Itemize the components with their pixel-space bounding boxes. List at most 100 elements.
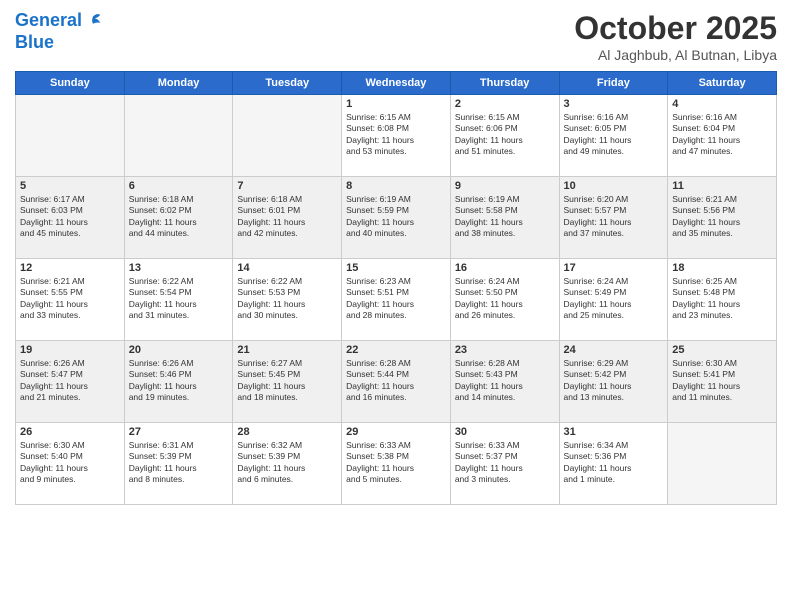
day-info: Sunrise: 6:22 AM Sunset: 5:53 PM Dayligh… [237, 276, 337, 322]
calendar-day-cell: 31Sunrise: 6:34 AM Sunset: 5:36 PM Dayli… [559, 423, 668, 505]
day-number: 11 [672, 180, 772, 192]
calendar-week-row: 5Sunrise: 6:17 AM Sunset: 6:03 PM Daylig… [16, 177, 777, 259]
day-info: Sunrise: 6:21 AM Sunset: 5:56 PM Dayligh… [672, 194, 772, 240]
logo-text: General [15, 10, 82, 32]
calendar-week-row: 26 Sunrise: 6:30 AM Sunset: 5:40 PM Dayli… [16, 423, 777, 505]
day-number: 27 [129, 426, 229, 438]
day-info: Sunrise: 6:28 AM Sunset: 5:43 PM Dayligh… [455, 358, 555, 404]
day-info: Sunrise: 6:33 AM Sunset: 5:38 PM Dayligh… [346, 440, 446, 486]
calendar-week-row: 12 Sunrise: 6:21 AM Sunset: 5:55 PM Dayli… [16, 259, 777, 341]
weekday-header: Thursday [450, 72, 559, 95]
day-info: Sunrise: 6:24 AM Sunset: 5:50 PM Dayligh… [455, 276, 555, 322]
calendar-header-row: SundayMondayTuesdayWednesdayThursdayFrid… [16, 72, 777, 95]
day-number: 14 [237, 262, 337, 274]
calendar-day-cell: 19 Sunrise: 6:26 AM Sunset: 5:47 PM Dayli… [16, 341, 125, 423]
calendar-week-row: 1Sunrise: 6:15 AM Sunset: 6:08 PM Daylig… [16, 95, 777, 177]
calendar-day-cell: 8 Sunrise: 6:19 AM Sunset: 5:59 PM Daylig… [342, 177, 451, 259]
weekday-header: Tuesday [233, 72, 342, 95]
day-info: Sunrise: 6:30 AM Sunset: 5:41 PM Dayligh… [672, 358, 772, 404]
day-number: 20 [129, 344, 229, 356]
calendar-day-cell: 5Sunrise: 6:17 AM Sunset: 6:03 PM Daylig… [16, 177, 125, 259]
day-number: 6 [129, 180, 229, 192]
day-info: Sunrise: 6:28 AM Sunset: 5:44 PM Dayligh… [346, 358, 446, 404]
day-number: 9 [455, 180, 555, 192]
calendar-day-cell: 16 Sunrise: 6:24 AM Sunset: 5:50 PM Dayli… [450, 259, 559, 341]
day-number: 12 [20, 262, 120, 274]
day-number: 16 [455, 262, 555, 274]
day-info: Sunrise: 6:16 AM Sunset: 6:04 PM Dayligh… [672, 112, 772, 158]
day-number: 8 [346, 180, 446, 192]
day-info: Sunrise: 6:20 AM Sunset: 5:57 PM Dayligh… [564, 194, 664, 240]
day-number: 30 [455, 426, 555, 438]
day-info: Sunrise: 6:30 AM Sunset: 5:40 PM Dayligh… [20, 440, 120, 486]
calendar-day-cell: 3Sunrise: 6:16 AM Sunset: 6:05 PM Daylig… [559, 95, 668, 177]
day-number: 13 [129, 262, 229, 274]
day-info: Sunrise: 6:25 AM Sunset: 5:48 PM Dayligh… [672, 276, 772, 322]
calendar-day-cell: 1Sunrise: 6:15 AM Sunset: 6:08 PM Daylig… [342, 95, 451, 177]
day-number: 22 [346, 344, 446, 356]
day-info: Sunrise: 6:15 AM Sunset: 6:06 PM Dayligh… [455, 112, 555, 158]
calendar-day-cell: 6Sunrise: 6:18 AM Sunset: 6:02 PM Daylig… [124, 177, 233, 259]
day-info: Sunrise: 6:19 AM Sunset: 5:59 PM Dayligh… [346, 194, 446, 240]
day-number: 10 [564, 180, 664, 192]
calendar-day-cell: 25 Sunrise: 6:30 AM Sunset: 5:41 PM Dayli… [668, 341, 777, 423]
day-number: 29 [346, 426, 446, 438]
calendar-day-cell [16, 95, 125, 177]
day-number: 18 [672, 262, 772, 274]
weekday-header: Saturday [668, 72, 777, 95]
calendar-table: SundayMondayTuesdayWednesdayThursdayFrid… [15, 71, 777, 505]
weekday-header: Friday [559, 72, 668, 95]
day-number: 19 [20, 344, 120, 356]
day-info: Sunrise: 6:21 AM Sunset: 5:55 PM Dayligh… [20, 276, 120, 322]
weekday-header: Wednesday [342, 72, 451, 95]
day-number: 23 [455, 344, 555, 356]
calendar-day-cell: 9 Sunrise: 6:19 AM Sunset: 5:58 PM Daylig… [450, 177, 559, 259]
day-info: Sunrise: 6:18 AM Sunset: 6:01 PM Dayligh… [237, 194, 337, 240]
calendar-day-cell: 27 Sunrise: 6:31 AM Sunset: 5:39 PM Dayli… [124, 423, 233, 505]
day-info: Sunrise: 6:17 AM Sunset: 6:03 PM Dayligh… [20, 194, 120, 240]
day-number: 2 [455, 98, 555, 110]
logo-line2: Blue [15, 32, 102, 54]
page: General Blue October 2025 Al Jaghbub, Al… [0, 0, 792, 612]
day-number: 24 [564, 344, 664, 356]
calendar-day-cell: 29 Sunrise: 6:33 AM Sunset: 5:38 PM Dayli… [342, 423, 451, 505]
day-info: Sunrise: 6:33 AM Sunset: 5:37 PM Dayligh… [455, 440, 555, 486]
calendar-day-cell: 20Sunrise: 6:26 AM Sunset: 5:46 PM Dayli… [124, 341, 233, 423]
calendar-day-cell: 28Sunrise: 6:32 AM Sunset: 5:39 PM Dayli… [233, 423, 342, 505]
day-info: Sunrise: 6:23 AM Sunset: 5:51 PM Dayligh… [346, 276, 446, 322]
calendar-day-cell: 21 Sunrise: 6:27 AM Sunset: 5:45 PM Dayli… [233, 341, 342, 423]
title-block: October 2025 Al Jaghbub, Al Butnan, Liby… [574, 10, 777, 63]
calendar-day-cell [124, 95, 233, 177]
calendar-day-cell: 15Sunrise: 6:23 AM Sunset: 5:51 PM Dayli… [342, 259, 451, 341]
day-number: 31 [564, 426, 664, 438]
day-number: 25 [672, 344, 772, 356]
calendar-day-cell: 12 Sunrise: 6:21 AM Sunset: 5:55 PM Dayli… [16, 259, 125, 341]
weekday-header: Monday [124, 72, 233, 95]
calendar-day-cell: 2 Sunrise: 6:15 AM Sunset: 6:06 PM Daylig… [450, 95, 559, 177]
calendar-day-cell: 22 Sunrise: 6:28 AM Sunset: 5:44 PM Dayli… [342, 341, 451, 423]
location: Al Jaghbub, Al Butnan, Libya [574, 47, 777, 63]
day-info: Sunrise: 6:22 AM Sunset: 5:54 PM Dayligh… [129, 276, 229, 322]
day-info: Sunrise: 6:16 AM Sunset: 6:05 PM Dayligh… [564, 112, 664, 158]
day-number: 21 [237, 344, 337, 356]
calendar-day-cell: 4 Sunrise: 6:16 AM Sunset: 6:04 PM Daylig… [668, 95, 777, 177]
calendar-day-cell: 18 Sunrise: 6:25 AM Sunset: 5:48 PM Dayli… [668, 259, 777, 341]
header: General Blue October 2025 Al Jaghbub, Al… [15, 10, 777, 63]
day-info: Sunrise: 6:26 AM Sunset: 5:47 PM Dayligh… [20, 358, 120, 404]
calendar-day-cell: 30 Sunrise: 6:33 AM Sunset: 5:37 PM Dayli… [450, 423, 559, 505]
calendar-day-cell: 7 Sunrise: 6:18 AM Sunset: 6:01 PM Daylig… [233, 177, 342, 259]
calendar-day-cell: 26 Sunrise: 6:30 AM Sunset: 5:40 PM Dayli… [16, 423, 125, 505]
calendar-day-cell: 13 Sunrise: 6:22 AM Sunset: 5:54 PM Dayli… [124, 259, 233, 341]
day-info: Sunrise: 6:31 AM Sunset: 5:39 PM Dayligh… [129, 440, 229, 486]
day-number: 7 [237, 180, 337, 192]
day-number: 1 [346, 98, 446, 110]
day-number: 26 [20, 426, 120, 438]
day-info: Sunrise: 6:27 AM Sunset: 5:45 PM Dayligh… [237, 358, 337, 404]
logo: General Blue [15, 10, 102, 53]
calendar-day-cell: 11 Sunrise: 6:21 AM Sunset: 5:56 PM Dayli… [668, 177, 777, 259]
day-number: 4 [672, 98, 772, 110]
day-number: 17 [564, 262, 664, 274]
day-info: Sunrise: 6:19 AM Sunset: 5:58 PM Dayligh… [455, 194, 555, 240]
calendar-day-cell: 10 Sunrise: 6:20 AM Sunset: 5:57 PM Dayli… [559, 177, 668, 259]
calendar-day-cell [668, 423, 777, 505]
